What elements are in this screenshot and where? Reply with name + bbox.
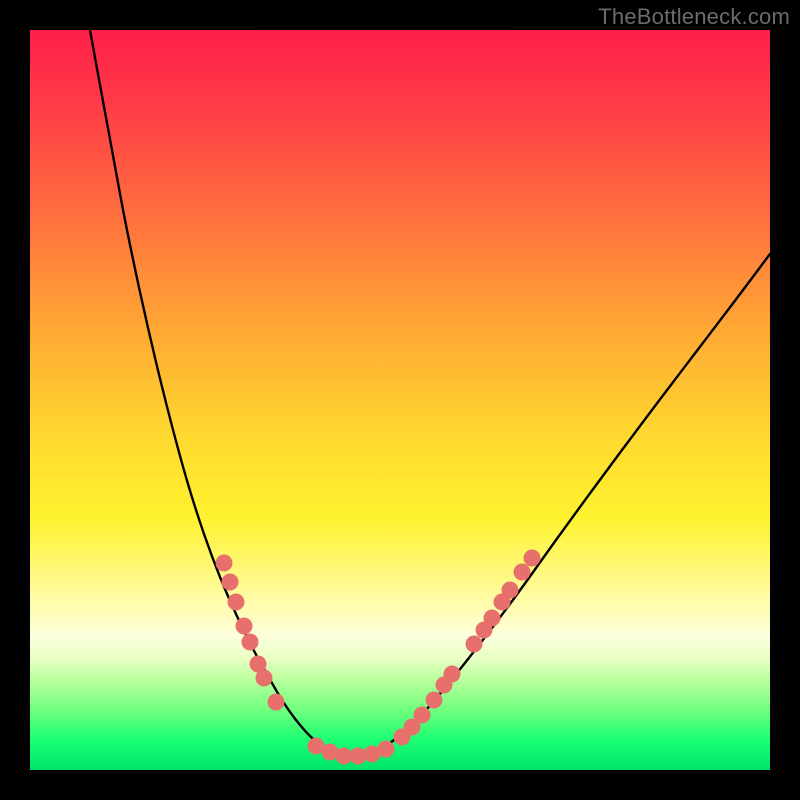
data-dot bbox=[466, 636, 483, 653]
data-dot bbox=[514, 564, 531, 581]
data-dot bbox=[378, 741, 395, 758]
data-dot bbox=[268, 694, 285, 711]
data-dot bbox=[524, 550, 541, 567]
data-dot bbox=[484, 610, 501, 627]
data-dot bbox=[222, 574, 239, 591]
data-dot bbox=[502, 582, 519, 599]
data-dot bbox=[228, 594, 245, 611]
data-dot bbox=[256, 670, 273, 687]
data-dot bbox=[414, 707, 431, 724]
data-dots bbox=[216, 550, 541, 765]
outer-frame: TheBottleneck.com bbox=[0, 0, 800, 800]
watermark-text: TheBottleneck.com bbox=[598, 4, 790, 30]
chart-svg bbox=[30, 30, 770, 770]
data-dot bbox=[236, 618, 253, 635]
data-dot bbox=[426, 692, 443, 709]
data-dot bbox=[216, 555, 233, 572]
plot-area bbox=[30, 30, 770, 770]
bottleneck-curve bbox=[90, 30, 770, 755]
data-dot bbox=[242, 634, 259, 651]
data-dot bbox=[444, 666, 461, 683]
